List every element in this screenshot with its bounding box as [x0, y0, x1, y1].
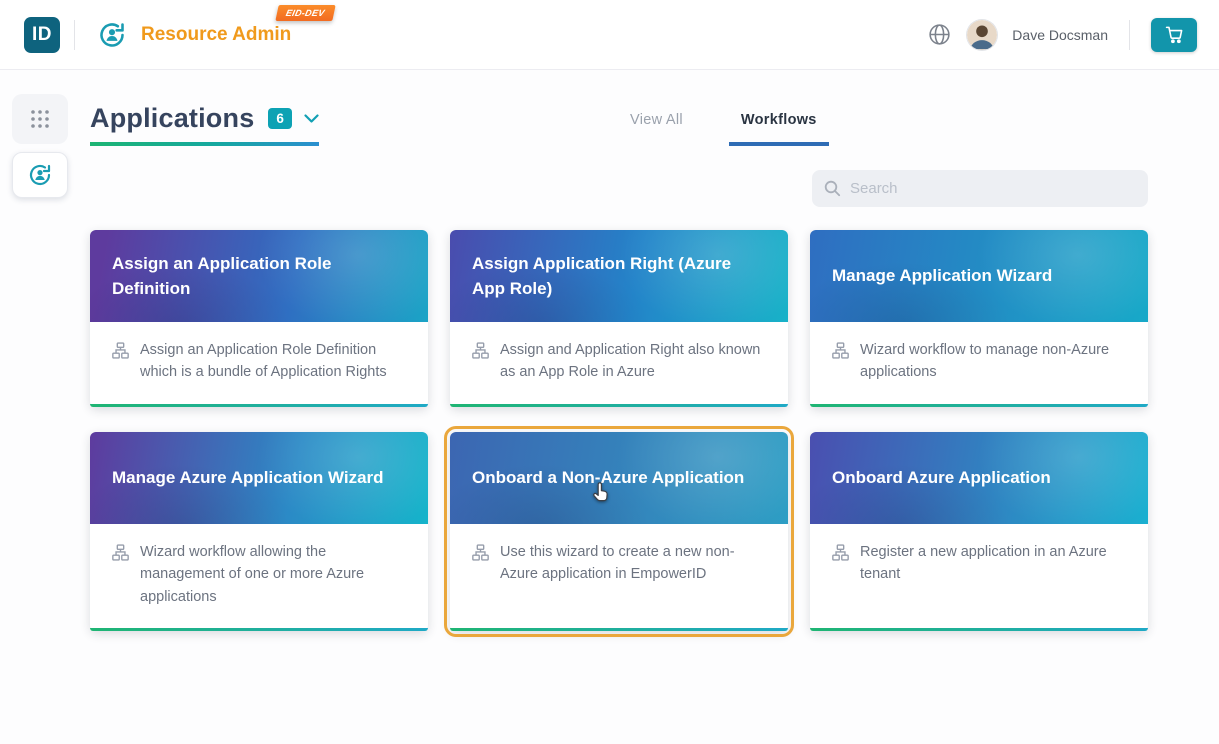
card-accent-line: [450, 628, 788, 631]
app-header: ID Resource Admin EID-DEV: [0, 0, 1219, 70]
workflow-card-header: Manage Application Wizard: [810, 230, 1148, 322]
workflow-card[interactable]: Onboard Azure Application Register a new…: [810, 432, 1148, 631]
tabs: View All Workflows: [618, 112, 829, 146]
app-title-wrap: Resource Admin EID-DEV: [141, 24, 291, 46]
cart-icon: [1165, 25, 1184, 44]
empowerid-logo[interactable]: ID: [24, 17, 60, 53]
search-input[interactable]: [850, 180, 1136, 197]
search-box: [812, 170, 1148, 207]
workflow-card-description: Assign an Application Role Definition wh…: [140, 339, 406, 384]
main-content: Applications 6 View All Workflows Assign: [0, 70, 1219, 744]
card-accent-line: [90, 404, 428, 407]
sitemap-icon: [112, 342, 129, 359]
hand-cursor: [588, 480, 612, 504]
workflow-card[interactable]: Manage Azure Application Wizard Wizard w…: [90, 432, 428, 631]
workflow-card-title: Manage Azure Application Wizard: [112, 465, 384, 491]
workflow-card-header: Onboard Azure Application: [810, 432, 1148, 524]
workflow-card-body: Assign and Application Right also known …: [450, 322, 788, 404]
cart-button[interactable]: [1151, 18, 1197, 52]
workflow-card-title: Assign Application Right (Azure App Role…: [472, 251, 766, 302]
search-icon: [824, 180, 841, 197]
title-row: Applications 6 View All Workflows: [90, 96, 1148, 146]
workflow-cards-grid: Assign an Application Role Definition As…: [90, 230, 1148, 631]
header-divider: [1129, 20, 1130, 50]
sitemap-icon: [112, 544, 129, 561]
globe-icon[interactable]: [927, 22, 952, 47]
workflow-card-header: Assign Application Right (Azure App Role…: [450, 230, 788, 322]
workflow-card-header: Assign an Application Role Definition: [90, 230, 428, 322]
workflow-card-body: Assign an Application Role Definition wh…: [90, 322, 428, 404]
card-accent-line: [810, 404, 1148, 407]
page-title: Applications: [90, 103, 254, 134]
workflow-card-body: Wizard workflow to manage non-Azure appl…: [810, 322, 1148, 404]
workflow-card-header: Manage Azure Application Wizard: [90, 432, 428, 524]
search-row: [90, 170, 1148, 207]
workflow-card-title: Assign an Application Role Definition: [112, 251, 406, 302]
workflow-card-description: Use this wizard to create a new non-Azur…: [500, 541, 766, 608]
header-right: Dave Docsman: [927, 18, 1197, 52]
avatar[interactable]: [967, 20, 997, 50]
workflow-card-description: Wizard workflow allowing the management …: [140, 541, 406, 608]
sitemap-icon: [472, 544, 489, 561]
sitemap-icon: [832, 544, 849, 561]
chevron-down-icon[interactable]: [304, 114, 319, 124]
sitemap-icon: [832, 342, 849, 359]
logo-text: ID: [32, 24, 52, 46]
count-badge: 6: [268, 108, 292, 129]
workflow-card-selected[interactable]: Onboard a Non-Azure Application Use this…: [450, 432, 788, 631]
card-accent-line: [90, 628, 428, 631]
workflow-card-description: Assign and Application Right also known …: [500, 339, 766, 384]
header-divider: [74, 20, 75, 50]
workflow-card-title: Manage Application Wizard: [832, 263, 1052, 289]
workflow-card-description: Wizard workflow to manage non-Azure appl…: [860, 339, 1126, 384]
environment-badge: EID-DEV: [275, 5, 335, 21]
workflow-card-description: Register a new application in an Azure t…: [860, 541, 1126, 608]
tab-view-all[interactable]: View All: [618, 112, 695, 146]
app-title: Resource Admin: [141, 24, 291, 45]
workflow-card-header: Onboard a Non-Azure Application: [450, 432, 788, 524]
workflow-card[interactable]: Assign an Application Role Definition As…: [90, 230, 428, 407]
card-accent-line: [810, 628, 1148, 631]
workflow-card[interactable]: Assign Application Right (Azure App Role…: [450, 230, 788, 407]
workflow-card-body: Register a new application in an Azure t…: [810, 524, 1148, 628]
workflow-card-body: Wizard workflow allowing the management …: [90, 524, 428, 628]
tab-workflows[interactable]: Workflows: [729, 112, 829, 146]
workflow-card-body: Use this wizard to create a new non-Azur…: [450, 524, 788, 628]
workflow-card-title: Onboard Azure Application: [832, 465, 1051, 491]
sitemap-icon: [472, 342, 489, 359]
page-title-group: Applications 6: [90, 103, 319, 146]
card-accent-line: [450, 404, 788, 407]
workflow-card[interactable]: Manage Application Wizard Wizard workflo…: [810, 230, 1148, 407]
user-name[interactable]: Dave Docsman: [1012, 27, 1108, 43]
workflow-icon[interactable]: [95, 18, 129, 52]
